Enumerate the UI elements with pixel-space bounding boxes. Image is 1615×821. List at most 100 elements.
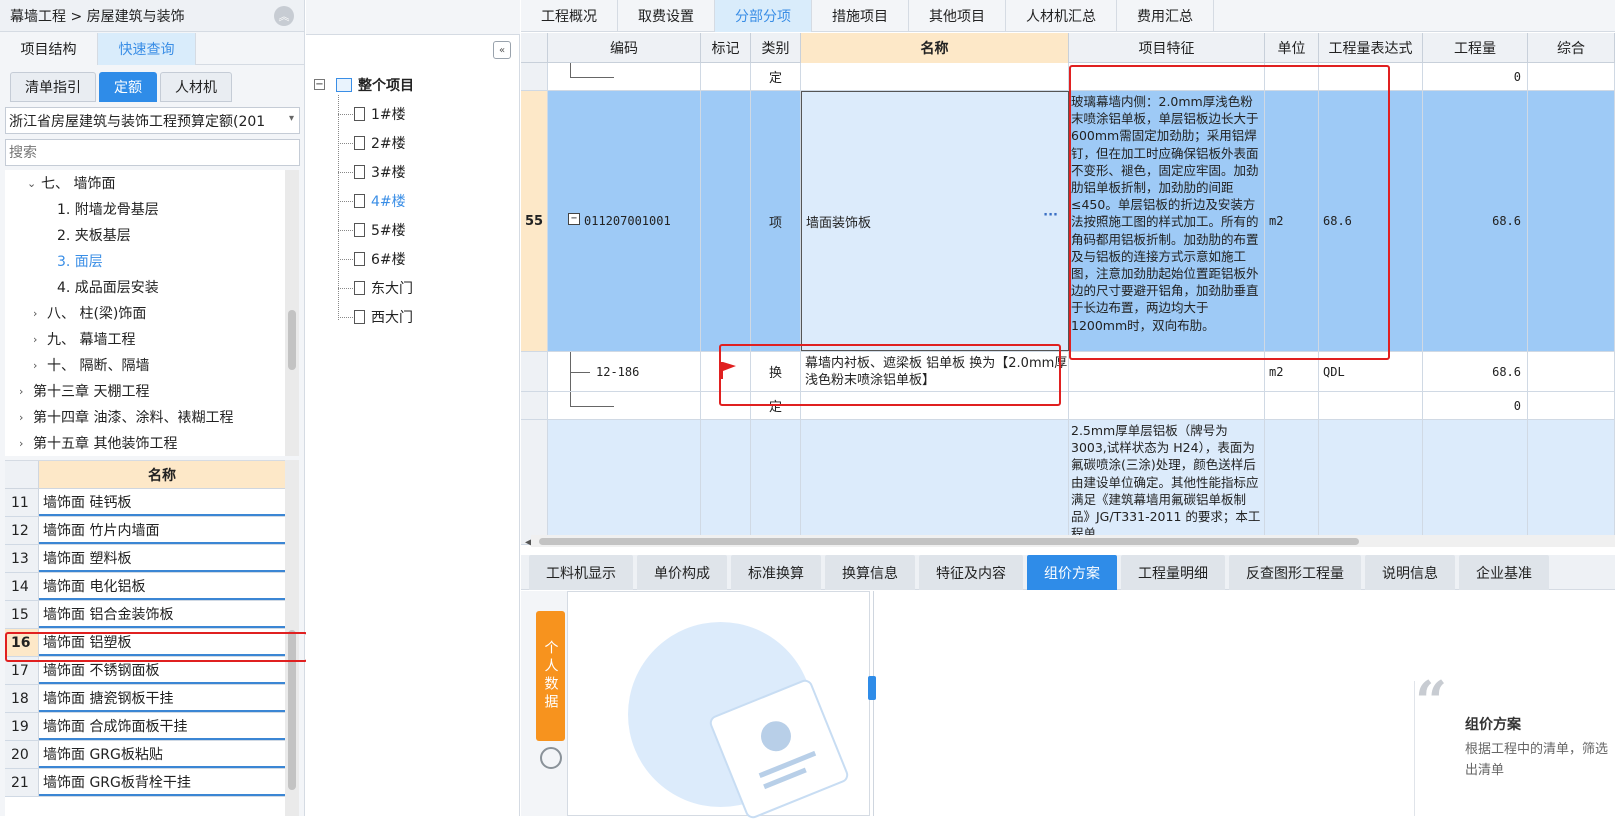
feature-cell[interactable]: 玻璃幕墙内侧：2.0mm厚浅色粉末喷涂铝单板，单层铝板边长大于600mm需固定加…: [1069, 91, 1265, 351]
collapse-row-icon[interactable]: −: [568, 213, 580, 225]
mark-cell: [701, 91, 751, 351]
tree-node[interactable]: › 第十四章 油漆、涂料、裱糊工程: [19, 404, 233, 430]
table-row[interactable]: 定 0: [521, 63, 1615, 91]
tab-reverse-graphic[interactable]: 反查图形工程量: [1229, 555, 1361, 590]
document-icon: [354, 194, 365, 208]
building-item[interactable]: 东大门: [354, 275, 413, 301]
table-row[interactable]: 21 墙饰面 GRG板背栓干挂: [5, 769, 285, 797]
tab-quantity-detail[interactable]: 工程量明细: [1121, 555, 1225, 590]
building-item[interactable]: 2#楼: [354, 130, 406, 156]
quote-icon: “: [1415, 669, 1448, 735]
splitter[interactable]: [873, 591, 874, 816]
expr-cell[interactable]: [1319, 63, 1423, 90]
table-row-selected[interactable]: 16 墙饰面 铝塑板: [5, 629, 285, 657]
globe-icon[interactable]: [540, 747, 562, 769]
feature-cell[interactable]: [1069, 392, 1265, 419]
grid-scroll-thumb[interactable]: [539, 538, 1359, 545]
mark-cell: [701, 63, 751, 90]
tab-labor-machine[interactable]: 工料机显示: [529, 555, 633, 590]
tree-node[interactable]: › 第十三章 天棚工程: [19, 378, 149, 404]
table-row[interactable]: 11 墙饰面 硅钙板: [5, 489, 285, 517]
table-row[interactable]: 13 墙饰面 塑料板: [5, 545, 285, 573]
tab-cost-summary[interactable]: 费用汇总: [1117, 0, 1214, 32]
composite-cell: [1528, 392, 1615, 419]
document-icon: [354, 107, 365, 121]
tab-other-items[interactable]: 其他项目: [909, 0, 1006, 32]
tab-fee-settings[interactable]: 取费设置: [618, 0, 715, 32]
personal-data-button[interactable]: 个人数据: [536, 611, 565, 741]
tab-quick-query[interactable]: 快速查询: [98, 33, 196, 65]
table-row[interactable]: 定 0: [521, 392, 1615, 420]
building-item[interactable]: 6#楼: [354, 246, 406, 272]
tree-root[interactable]: 整个项目: [336, 72, 414, 98]
table-row-selected[interactable]: 55 − 011207001001 项 墙面装饰板 ··· 玻璃幕墙内侧：2.0…: [521, 91, 1615, 352]
tab-enterprise-base[interactable]: 企业基准: [1459, 555, 1549, 590]
feature-cell[interactable]: [1069, 352, 1265, 391]
collapse-up-icon[interactable]: ︽: [274, 6, 294, 26]
expr-cell[interactable]: [1319, 392, 1423, 419]
tree-node[interactable]: 2. 夹板基层: [57, 222, 131, 248]
table-row[interactable]: 2.5mm厚单层铝板（牌号为3003,试样状态为 H24），表面为氟碳喷涂(三涂…: [521, 420, 1615, 545]
tree-collapse-icon[interactable]: −: [314, 79, 325, 90]
tree-scroll-thumb[interactable]: [288, 310, 296, 370]
grid-horizontal-scrollbar[interactable]: [531, 535, 1615, 547]
tab-sub-items[interactable]: 分部分项: [715, 0, 812, 32]
splitter-handle[interactable]: [868, 676, 876, 700]
tree-node[interactable]: 1. 附墙龙骨基层: [57, 196, 159, 222]
name-cell[interactable]: [801, 420, 1069, 544]
collapse-left-icon[interactable]: «: [493, 41, 511, 59]
more-options-icon[interactable]: ···: [1043, 208, 1058, 223]
building-item[interactable]: 1#楼: [354, 101, 406, 127]
tree-connector: [338, 317, 353, 318]
tree-node[interactable]: › 八、 柱(梁)饰面: [33, 300, 146, 326]
expr-cell[interactable]: [1319, 420, 1423, 544]
tab-labor-material[interactable]: 人材机: [160, 72, 232, 102]
tab-measures[interactable]: 措施项目: [812, 0, 909, 32]
feature-cell[interactable]: [1069, 63, 1265, 90]
tree-node[interactable]: › 九、 幕墙工程: [33, 326, 135, 352]
list-scroll-thumb[interactable]: [288, 630, 296, 790]
quota-library-select[interactable]: 浙江省房屋建筑与装饰工程预算定额(201 ▾: [5, 107, 300, 134]
tab-material-summary[interactable]: 人材机汇总: [1006, 0, 1117, 32]
building-item-selected[interactable]: 4#楼: [354, 188, 406, 214]
tab-quota[interactable]: 定额: [99, 72, 157, 102]
tree-scrollbar[interactable]: [285, 170, 299, 456]
search-input[interactable]: [5, 139, 300, 166]
table-row[interactable]: 19 墙饰面 合成饰面板干挂: [5, 713, 285, 741]
table-row[interactable]: 20 墙饰面 GRG板粘贴: [5, 741, 285, 769]
unit-cell: m2: [1265, 91, 1319, 351]
table-row[interactable]: 12 墙饰面 竹片内墙面: [5, 517, 285, 545]
tree-node[interactable]: 4. 成品面层安装: [57, 274, 159, 300]
name-cell[interactable]: [801, 63, 1069, 90]
tab-conversion-info[interactable]: 换算信息: [825, 555, 915, 590]
tab-pricing-scheme[interactable]: 组价方案: [1027, 555, 1117, 590]
tab-standard-conversion[interactable]: 标准换算: [731, 555, 821, 590]
list-scrollbar[interactable]: [285, 460, 299, 816]
left-panel: 幕墙工程 > 房屋建筑与装饰 ︽ 项目结构 快速查询 清单指引 定额 人材机 浙…: [0, 0, 305, 816]
tree-node[interactable]: ⌄ 七、 墙饰面: [27, 170, 115, 196]
name-cell[interactable]: 幕墙内衬板、遮梁板 铝单板 换为【2.0mm厚浅色粉末喷涂铝单板】: [801, 352, 1069, 391]
tab-list-guide[interactable]: 清单指引: [10, 72, 96, 102]
tree-node[interactable]: › 十、 隔断、隔墙: [33, 352, 149, 378]
tree-connector: [570, 392, 571, 406]
table-row[interactable]: 18 墙饰面 搪瓷钢板干挂: [5, 685, 285, 713]
table-row[interactable]: 15 墙饰面 铝合金装饰板: [5, 601, 285, 629]
name-cell[interactable]: 墙面装饰板 ···: [801, 91, 1069, 351]
name-cell[interactable]: [801, 392, 1069, 419]
table-row[interactable]: 12-186 换 幕墙内衬板、遮梁板 铝单板 换为【2.0mm厚浅色粉末喷涂铝单…: [521, 352, 1615, 392]
feature-cell[interactable]: 2.5mm厚单层铝板（牌号为3003,试样状态为 H24），表面为氟碳喷涂(三涂…: [1069, 420, 1265, 544]
table-row[interactable]: 17 墙饰面 不锈钢面板: [5, 657, 285, 685]
expr-cell[interactable]: 68.6: [1319, 91, 1423, 351]
tab-description[interactable]: 说明信息: [1365, 555, 1455, 590]
building-item[interactable]: 3#楼: [354, 159, 406, 185]
expr-cell[interactable]: QDL: [1319, 352, 1423, 391]
table-row[interactable]: 14 墙饰面 电化铝板: [5, 573, 285, 601]
tab-features-content[interactable]: 特征及内容: [919, 555, 1023, 590]
tree-node-selected[interactable]: 3. 面层: [57, 248, 103, 274]
tab-unit-price[interactable]: 单价构成: [637, 555, 727, 590]
tab-project-overview[interactable]: 工程概况: [521, 0, 618, 32]
tree-node[interactable]: › 第十五章 其他装饰工程: [19, 430, 177, 456]
building-item[interactable]: 西大门: [354, 304, 413, 330]
building-item[interactable]: 5#楼: [354, 217, 406, 243]
tab-project-structure[interactable]: 项目结构: [0, 33, 98, 65]
